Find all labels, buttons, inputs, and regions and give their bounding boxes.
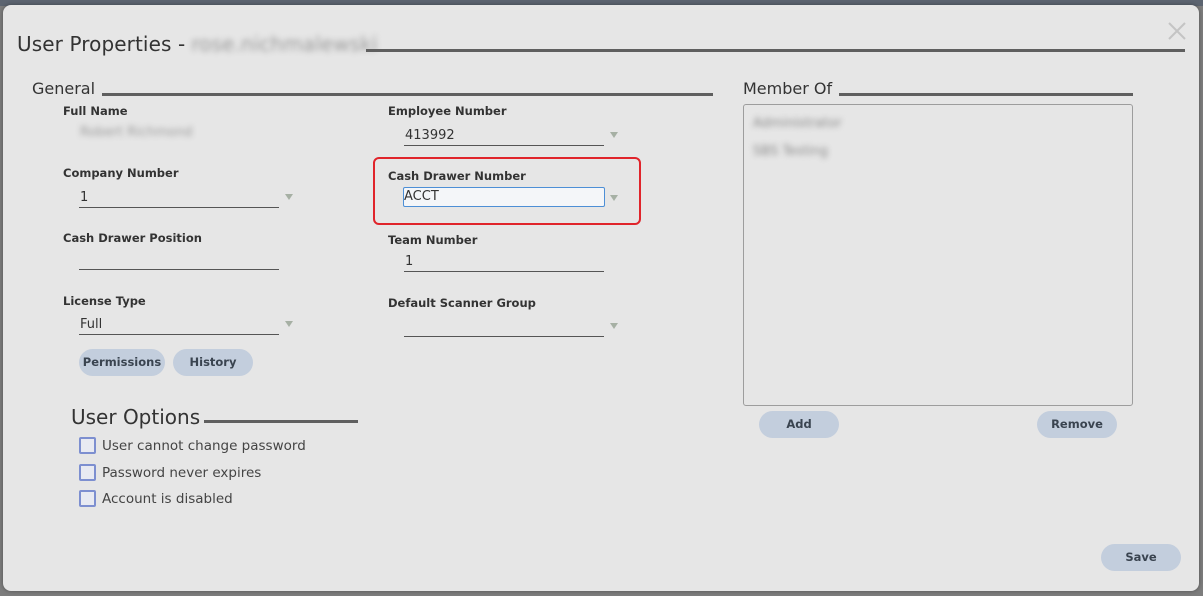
license-type-dropdown-icon[interactable] xyxy=(285,321,293,327)
list-item[interactable]: SBS Testing xyxy=(753,144,828,159)
account-is-disabled-label: Account is disabled xyxy=(102,491,233,507)
cash-drawer-number-highlight xyxy=(373,157,641,225)
employee-number-select[interactable]: 413992 xyxy=(404,126,604,146)
company-number-dropdown-icon[interactable] xyxy=(285,194,293,200)
dialog-title: User Properties - rose.nichmalewski xyxy=(17,32,378,56)
license-type-select[interactable]: Full xyxy=(79,315,279,335)
add-group-button[interactable]: Add xyxy=(759,411,839,438)
permissions-button[interactable]: Permissions xyxy=(79,349,165,376)
general-section-title: General xyxy=(32,79,96,98)
account-is-disabled-checkbox[interactable] xyxy=(79,490,96,507)
full-name-field[interactable]: Robert Richmond xyxy=(79,123,279,143)
close-icon[interactable] xyxy=(1166,20,1188,42)
full-name-label: Full Name xyxy=(63,104,128,118)
license-type-label: License Type xyxy=(63,294,146,308)
company-number-select[interactable]: 1 xyxy=(79,188,279,208)
user-options-rule xyxy=(204,420,358,423)
user-cannot-change-password-checkbox[interactable] xyxy=(79,437,96,454)
default-scanner-group-select[interactable] xyxy=(404,317,604,337)
company-number-label: Company Number xyxy=(63,166,179,180)
user-cannot-change-password-label: User cannot change password xyxy=(102,438,306,454)
title-rule xyxy=(366,49,1185,52)
user-options-title: User Options xyxy=(71,405,201,429)
team-number-field[interactable]: 1 xyxy=(404,252,604,272)
password-never-expires-label: Password never expires xyxy=(102,465,262,481)
cash-drawer-position-label: Cash Drawer Position xyxy=(63,231,202,245)
team-number-label: Team Number xyxy=(388,233,478,247)
default-scanner-group-label: Default Scanner Group xyxy=(388,296,536,310)
default-scanner-group-dropdown-icon[interactable] xyxy=(610,323,618,329)
dialog-title-username: rose.nichmalewski xyxy=(191,32,378,56)
general-section-rule xyxy=(102,93,713,96)
list-item[interactable]: Administrator xyxy=(753,116,842,131)
save-button[interactable]: Save xyxy=(1101,544,1181,571)
cash-drawer-position-field[interactable] xyxy=(79,250,279,270)
remove-group-button[interactable]: Remove xyxy=(1037,411,1117,438)
member-of-list[interactable]: Administrator SBS Testing xyxy=(743,104,1133,406)
dialog-title-text: User Properties - xyxy=(17,32,186,56)
employee-number-dropdown-icon[interactable] xyxy=(610,132,618,138)
member-of-rule xyxy=(839,93,1133,96)
employee-number-label: Employee Number xyxy=(388,104,507,118)
member-of-title: Member Of xyxy=(743,79,833,98)
password-never-expires-checkbox[interactable] xyxy=(79,464,96,481)
history-button[interactable]: History xyxy=(173,349,253,376)
